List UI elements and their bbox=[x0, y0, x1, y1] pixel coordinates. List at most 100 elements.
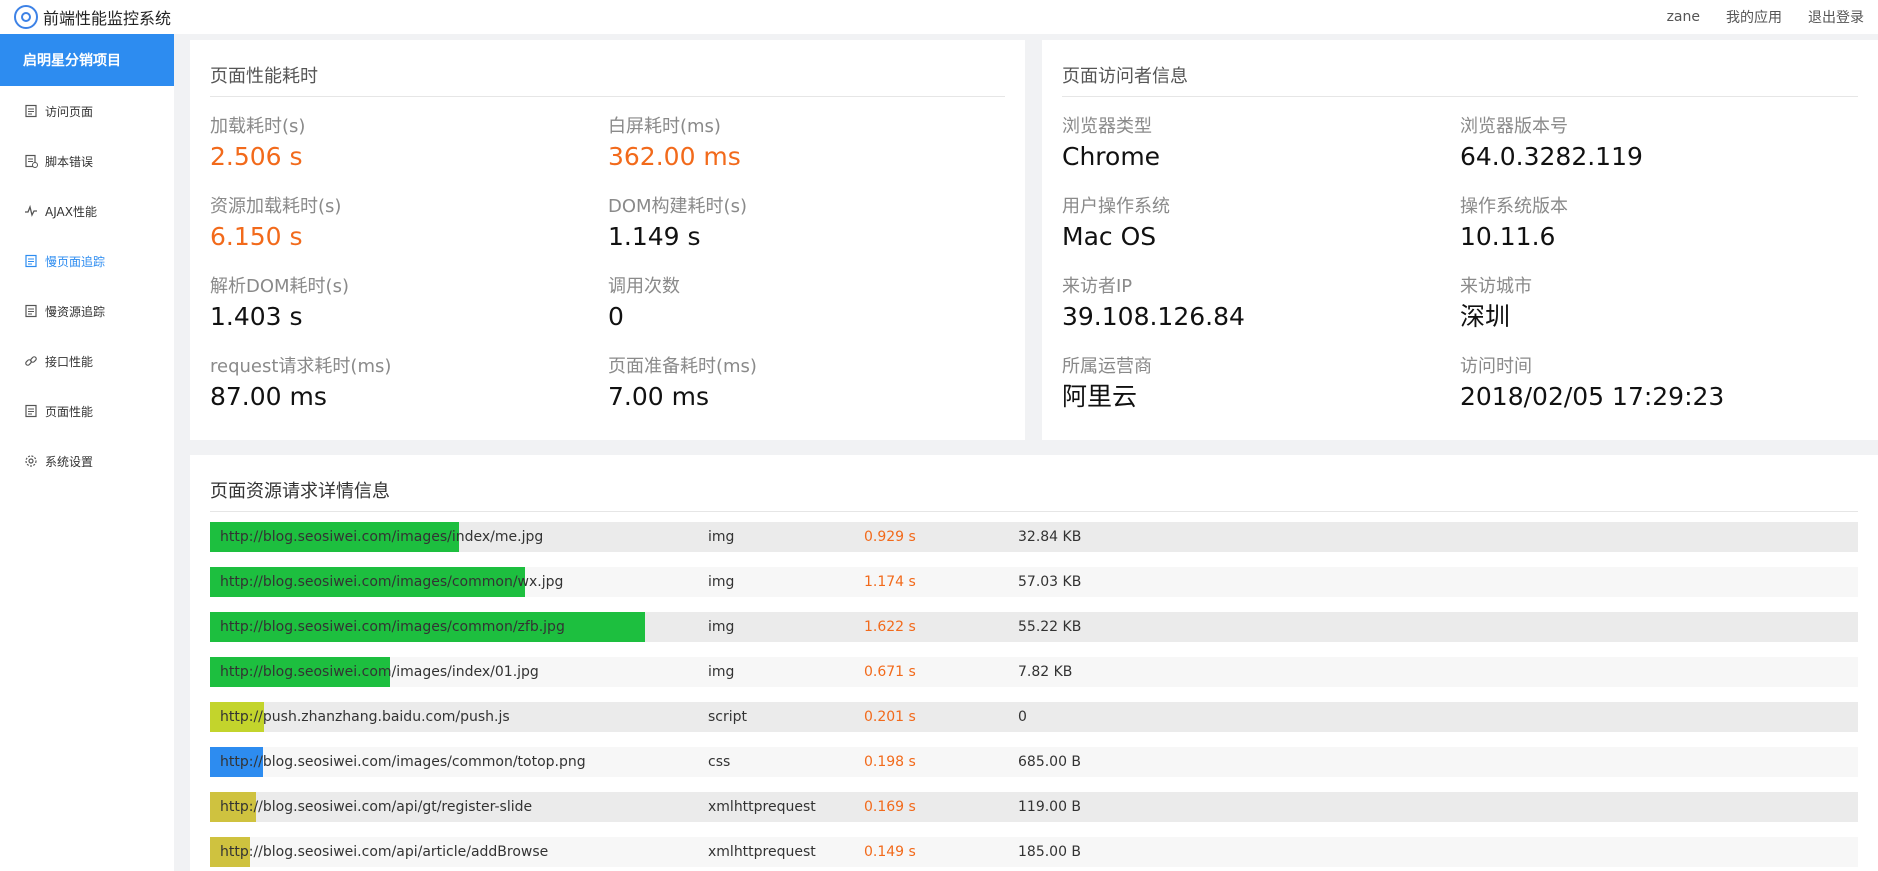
resource-time: 0.929 s bbox=[864, 529, 916, 545]
resource-size: 32.84 KB bbox=[1018, 529, 1082, 545]
performance-stat-value: 2.506 s bbox=[210, 142, 303, 171]
performance-stat: request请求耗时(ms) 87.00 ms bbox=[210, 356, 391, 414]
performance-stat-label: request请求耗时(ms) bbox=[210, 356, 392, 377]
resource-type: css bbox=[708, 754, 731, 770]
performance-stat-value: 362.00 ms bbox=[608, 142, 741, 171]
sidebar-item-2[interactable]: 脚本错误 bbox=[0, 136, 174, 186]
resource-row[interactable]: http://blog.seosiwei.com/images/common/z… bbox=[210, 612, 1858, 642]
resource-type: img bbox=[708, 619, 735, 635]
my-apps-link[interactable]: 我的应用 bbox=[1726, 7, 1782, 27]
visitor-stat-value: 深圳 bbox=[1460, 302, 1511, 331]
visitor-stat-label: 来访城市 bbox=[1460, 276, 1532, 297]
sidebar-item-5[interactable]: 慢资源追踪 bbox=[0, 286, 174, 336]
top-links: zane 我的应用 退出登录 bbox=[1641, 0, 1864, 34]
document-icon bbox=[24, 104, 38, 118]
performance-stat: 加载耗时(s) 2.506 s bbox=[210, 116, 305, 174]
resource-size: 7.82 KB bbox=[1018, 664, 1073, 680]
visitor-stat: 来访者IP 39.108.126.84 bbox=[1062, 276, 1245, 334]
visitor-stat-value: Chrome bbox=[1062, 142, 1161, 171]
sidebar: 启明星分销项目 访问页面脚本错误 AJAX性能慢页面追踪慢资源追踪接口性能页面性能… bbox=[0, 34, 174, 871]
resource-size: 57.03 KB bbox=[1018, 574, 1082, 590]
sidebar-nav: 访问页面脚本错误 AJAX性能慢页面追踪慢资源追踪接口性能页面性能系统设置 bbox=[0, 86, 174, 486]
resource-type: img bbox=[708, 529, 735, 545]
performance-stat: 白屏耗时(ms) 362.00 ms bbox=[608, 116, 741, 174]
resource-url: http://blog.seosiwei.com/images/common/w… bbox=[220, 574, 564, 590]
performance-stat-value: 0 bbox=[608, 302, 624, 331]
performance-stat-value: 1.149 s bbox=[608, 222, 701, 251]
resource-row[interactable]: http://blog.seosiwei.com/images/index/01… bbox=[210, 657, 1858, 687]
resource-row[interactable]: http://blog.seosiwei.com/images/index/me… bbox=[210, 522, 1858, 552]
sidebar-item-label: 页面性能 bbox=[45, 404, 94, 419]
resource-time: 0.149 s bbox=[864, 844, 916, 860]
script-error-icon bbox=[24, 154, 38, 168]
resource-time: 0.198 s bbox=[864, 754, 916, 770]
sidebar-item-1[interactable]: 访问页面 bbox=[0, 86, 174, 136]
resource-time: 1.174 s bbox=[864, 574, 916, 590]
visitor-stat-value: 39.108.126.84 bbox=[1062, 302, 1245, 331]
performance-stat-value: 1.403 s bbox=[210, 302, 303, 331]
sidebar-item-8[interactable]: 系统设置 bbox=[0, 436, 174, 486]
visitor-stat-value: 10.11.6 bbox=[1460, 222, 1556, 251]
logout-link[interactable]: 退出登录 bbox=[1808, 7, 1864, 27]
sidebar-item-label: AJAX性能 bbox=[45, 204, 97, 219]
visitor-card: 页面访问者信息 浏览器类型 Chrome 浏览器版本号 64.0.3282.119 用户… bbox=[1042, 40, 1878, 440]
visitor-stat: 操作系统版本 10.11.6 bbox=[1460, 196, 1568, 254]
visitor-stat-label: 浏览器类型 bbox=[1062, 116, 1152, 137]
visitor-stat-label: 操作系统版本 bbox=[1460, 196, 1568, 217]
visitor-stat-value: 阿里云 bbox=[1062, 382, 1138, 411]
performance-stat-label: 页面准备耗时(ms) bbox=[608, 356, 757, 377]
visitor-stat-label: 用户操作系统 bbox=[1062, 196, 1170, 217]
performance-stat-label: 资源加载耗时(s) bbox=[210, 196, 342, 217]
user-link[interactable]: zane bbox=[1667, 9, 1700, 25]
visitor-card-title: 页面访问者信息 bbox=[1062, 66, 1188, 87]
divider bbox=[210, 96, 1005, 97]
resource-type: xmlhttprequest bbox=[708, 844, 816, 860]
resource-row[interactable]: http://push.zhanzhang.baidu.com/push.js s… bbox=[210, 702, 1858, 732]
performance-stat: DOM构建耗时(s) 1.149 s bbox=[608, 196, 747, 254]
performance-stat-label: 白屏耗时(ms) bbox=[608, 116, 721, 137]
sidebar-item-label: 访问页面 bbox=[45, 104, 94, 119]
visitor-stat-label: 所属运营商 bbox=[1062, 356, 1152, 377]
project-selector[interactable]: 启明星分销项目 bbox=[0, 34, 174, 86]
performance-stat: 解析DOM耗时(s) 1.403 s bbox=[210, 276, 349, 334]
resource-time: 0.169 s bbox=[864, 799, 916, 815]
visitor-stat-label: 来访者IP bbox=[1062, 276, 1133, 297]
performance-stat: 调用次数 0 bbox=[608, 276, 680, 334]
resource-row[interactable]: http://blog.seosiwei.com/api/article/add… bbox=[210, 837, 1858, 867]
link-icon bbox=[24, 354, 38, 368]
resource-type: xmlhttprequest bbox=[708, 799, 816, 815]
visitor-stat-value: 64.0.3282.119 bbox=[1460, 142, 1643, 171]
visitor-stat: 浏览器类型 Chrome bbox=[1062, 116, 1160, 174]
sidebar-item-label: 脚本错误 bbox=[45, 154, 94, 169]
resource-url: http://blog.seosiwei.com/images/common/t… bbox=[220, 754, 586, 770]
brand[interactable]: 前端性能监控系统 bbox=[0, 0, 171, 34]
sidebar-item-3[interactable]: AJAX性能 bbox=[0, 186, 174, 236]
document-icon bbox=[24, 404, 38, 418]
sidebar-item-6[interactable]: 接口性能 bbox=[0, 336, 174, 386]
resource-time: 1.622 s bbox=[864, 619, 916, 635]
sidebar-item-label: 慢资源追踪 bbox=[45, 304, 106, 319]
performance-stat-value: 87.00 ms bbox=[210, 382, 327, 411]
visitor-stat-value: 2018/02/05 17:29:23 bbox=[1460, 382, 1725, 411]
performance-stat-value: 6.150 s bbox=[210, 222, 303, 251]
sidebar-item-7[interactable]: 页面性能 bbox=[0, 386, 174, 436]
sidebar-item-label: 系统设置 bbox=[45, 454, 94, 469]
sidebar-item-label: 接口性能 bbox=[45, 354, 94, 369]
performance-card-title: 页面性能耗时 bbox=[210, 66, 318, 87]
visitor-stat-label: 浏览器版本号 bbox=[1460, 116, 1568, 137]
divider bbox=[1062, 96, 1858, 97]
resource-url: http://blog.seosiwei.com/api/gt/register… bbox=[220, 799, 533, 815]
performance-card: 页面性能耗时 加载耗时(s) 2.506 s 白屏耗时(ms) 362.00 ms 资源… bbox=[190, 40, 1025, 440]
sidebar-item-4[interactable]: 慢页面追踪 bbox=[0, 236, 174, 286]
resource-row[interactable]: http://blog.seosiwei.com/api/gt/register… bbox=[210, 792, 1858, 822]
resource-card: 页面资源请求详情信息 http://blog.seosiwei.com/imag… bbox=[190, 455, 1878, 871]
visitor-stat: 访问时间 2018/02/05 17:29:23 bbox=[1460, 356, 1724, 414]
resource-size: 119.00 B bbox=[1018, 799, 1082, 815]
app-logo-icon bbox=[14, 5, 38, 29]
resource-row[interactable]: http://blog.seosiwei.com/images/common/w… bbox=[210, 567, 1858, 597]
resource-url: http://blog.seosiwei.com/images/index/me… bbox=[220, 529, 544, 545]
performance-stat-value: 7.00 ms bbox=[608, 382, 709, 411]
performance-stat-label: 调用次数 bbox=[608, 276, 680, 297]
performance-stat-label: 加载耗时(s) bbox=[210, 116, 306, 137]
resource-row[interactable]: http://blog.seosiwei.com/images/common/t… bbox=[210, 747, 1858, 777]
